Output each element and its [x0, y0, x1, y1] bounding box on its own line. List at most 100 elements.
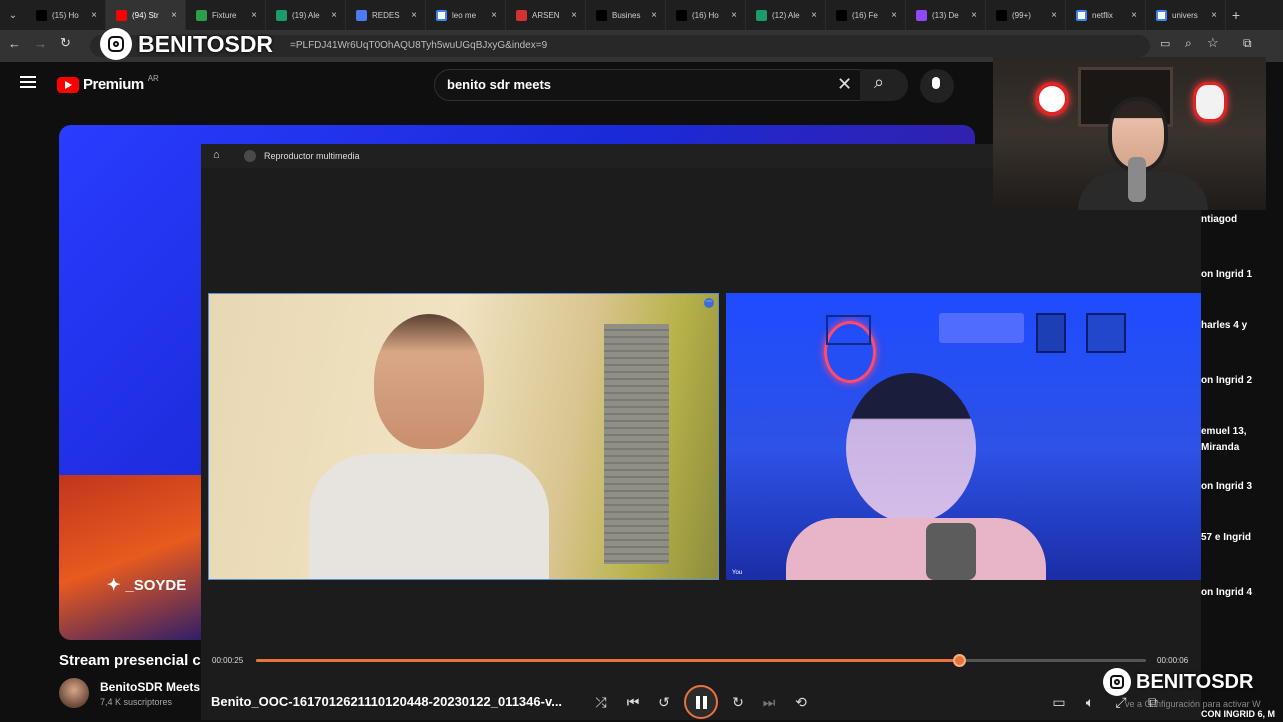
instagram-watermark-top: BENITOSDR	[100, 28, 273, 60]
search-input[interactable]: benito sdr meets	[434, 69, 864, 101]
tab-close-icon[interactable]: ×	[251, 10, 257, 21]
bookmark-star-icon[interactable]: ☆	[1207, 35, 1219, 51]
media-player-app-title: Reproductor multimedia	[264, 151, 360, 161]
browser-tab[interactable]: leo me ×	[426, 0, 506, 30]
youtube-icon	[116, 9, 127, 21]
browser-tab[interactable]: univers ×	[1146, 0, 1226, 30]
window-shutter	[604, 324, 669, 564]
channel-name[interactable]: BenitoSDR Meets	[100, 680, 200, 694]
home-icon[interactable]: ⌂	[213, 149, 220, 161]
browser-tab[interactable]: Fixture ×	[186, 0, 266, 30]
playlist-item-title[interactable]: ntiagod	[1201, 212, 1283, 228]
browser-tab[interactable]: ARSEN ×	[506, 0, 586, 30]
subtitles-icon[interactable]: ▭	[1048, 691, 1070, 713]
tab-close-icon[interactable]: ×	[1211, 10, 1217, 21]
instagram-watermark-bottom: BENITOSDR	[1103, 668, 1253, 696]
browser-tab[interactable]: (13) De ×	[906, 0, 986, 30]
tab-title: Fixture	[212, 10, 237, 20]
playlist-item-title[interactable]: on Ingrid 4	[1201, 585, 1283, 601]
current-time: 00:00:25	[212, 656, 244, 665]
tab-title: (16) Ho	[692, 10, 719, 20]
browser-tab[interactable]: (99+) ×	[986, 0, 1066, 30]
seek-thumb[interactable]	[953, 654, 967, 667]
streamer-webcam-overlay	[993, 57, 1266, 210]
more-options-icon[interactable]: ⋯	[704, 298, 714, 308]
pause-icon	[696, 696, 707, 709]
youtube-logo[interactable]: Premium AR	[57, 74, 159, 93]
browser-tab[interactable]: netflix ×	[1066, 0, 1146, 30]
reload-icon[interactable]: ↻	[60, 35, 71, 51]
search-button[interactable]: ⌕	[860, 69, 908, 101]
browser-tab[interactable]: (15) Ho ×	[26, 0, 106, 30]
tab-close-icon[interactable]: ×	[1051, 10, 1057, 21]
browser-tab[interactable]: REDES ×	[346, 0, 426, 30]
shuffle-icon[interactable]: ⤮	[590, 691, 612, 713]
tab-close-icon[interactable]: ×	[411, 10, 417, 21]
forward-icon[interactable]: →	[34, 36, 47, 51]
instagram-icon	[1103, 668, 1131, 696]
pause-button[interactable]	[684, 685, 718, 719]
bs-icon	[516, 9, 527, 21]
tab-close-icon[interactable]: ×	[891, 10, 897, 21]
docs-icon	[356, 9, 367, 21]
new-tab-button[interactable]: +	[1226, 7, 1246, 23]
back-icon[interactable]: ←	[8, 36, 21, 51]
zoom-icon[interactable]: ⌕	[1185, 36, 1192, 51]
rewind-10-icon[interactable]: ↺	[653, 691, 675, 713]
next-icon[interactable]: ⏭	[758, 691, 780, 713]
voice-search-button[interactable]	[920, 69, 954, 103]
browser-tab[interactable]: (19) Ale ×	[266, 0, 346, 30]
tab-close-icon[interactable]: ×	[571, 10, 577, 21]
forward-30-icon[interactable]: ↻	[727, 691, 749, 713]
tiktok-icon	[996, 9, 1007, 21]
repeat-icon[interactable]: ⟲	[790, 691, 812, 713]
tab-close-icon[interactable]: ×	[91, 10, 97, 21]
subscriber-count: 7,4 K suscriptores	[100, 697, 173, 707]
tab-title: (94) Str	[132, 10, 159, 20]
instagram-handle-bottom: BENITOSDR	[1136, 670, 1254, 693]
playlist-item-title[interactable]: harles 4 y	[1201, 318, 1283, 334]
browser-tab[interactable]: (16) Ho ×	[666, 0, 746, 30]
cast-icon[interactable]: ▭	[1160, 37, 1170, 50]
playlist-item-title[interactable]: emuel 13,	[1201, 424, 1283, 440]
neon-badge-left	[1035, 82, 1069, 116]
playlist-item-title[interactable]: 57 e Ingrid	[1201, 530, 1283, 546]
tab-search-button[interactable]: ⌄	[0, 0, 26, 30]
tab-title: leo me	[452, 10, 477, 20]
tab-title: (19) Ale	[292, 10, 320, 20]
search-icon: ⌕	[874, 72, 885, 92]
tab-close-icon[interactable]: ×	[171, 10, 177, 21]
tab-close-icon[interactable]: ×	[971, 10, 977, 21]
browser-tab[interactable]: (12) Ale ×	[746, 0, 826, 30]
tab-close-icon[interactable]: ×	[1131, 10, 1137, 21]
windows-activation-watermark: ve a Configuración para activar W	[1125, 699, 1261, 709]
playlist-item-title[interactable]: Miranda	[1201, 440, 1283, 456]
tab-close-icon[interactable]: ×	[651, 10, 657, 21]
tab-close-icon[interactable]: ×	[731, 10, 737, 21]
clear-search-icon[interactable]: ✕	[837, 74, 852, 95]
tiktok-icon	[596, 9, 607, 21]
sheets-icon	[756, 9, 767, 21]
menu-icon[interactable]	[20, 76, 36, 88]
tab-title: Busines	[612, 10, 641, 20]
fixture-icon	[196, 9, 207, 21]
extensions-icon[interactable]: ⧉	[1243, 36, 1252, 51]
playlist-item-title[interactable]: on Ingrid 1	[1201, 267, 1283, 283]
youtube-play-icon	[57, 76, 79, 93]
browser-tab[interactable]: Busines ×	[586, 0, 666, 30]
playlist-item-title[interactable]: on Ingrid 3	[1201, 479, 1283, 495]
microphone-icon	[932, 77, 940, 89]
region-code: AR	[147, 74, 159, 83]
volume-icon[interactable]: 🔈︎	[1079, 691, 1101, 713]
browser-tab[interactable]: (16) Fe ×	[826, 0, 906, 30]
playlist-item-title[interactable]: on Ingrid 2	[1201, 373, 1283, 389]
youtube-logo-text: Premium	[83, 76, 144, 93]
tab-close-icon[interactable]: ×	[491, 10, 497, 21]
browser-tab[interactable]: (94) Str ×	[106, 0, 186, 30]
twitch-icon	[916, 9, 927, 21]
previous-icon[interactable]: ⏮	[622, 691, 644, 713]
video-title: Stream presencial c	[59, 652, 201, 669]
tab-close-icon[interactable]: ×	[331, 10, 337, 21]
channel-avatar[interactable]	[59, 678, 89, 708]
tab-close-icon[interactable]: ×	[811, 10, 817, 21]
